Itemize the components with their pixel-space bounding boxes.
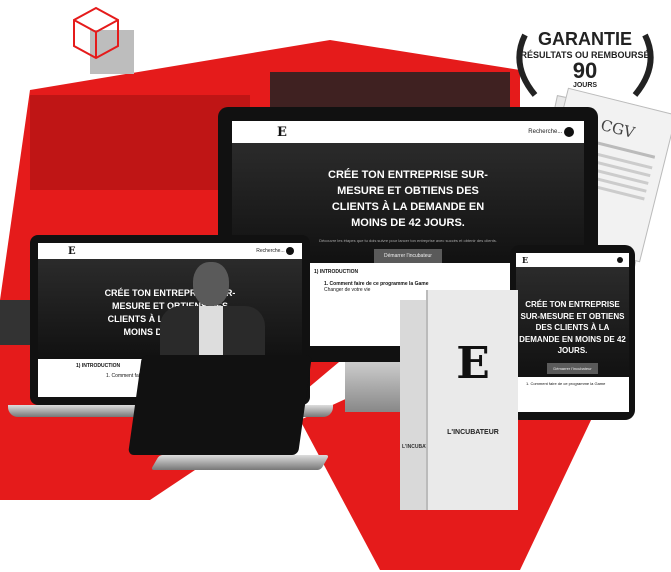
profile-icon[interactable] — [286, 247, 294, 255]
badge-days: 90 — [572, 58, 598, 83]
badge-line1: GARANTIE — [538, 29, 632, 49]
box-name: L'INCUBATEUR — [447, 429, 499, 436]
site-logo[interactable]: E — [522, 255, 528, 265]
site-logo[interactable]: E — [68, 246, 76, 257]
profile-icon[interactable] — [564, 127, 574, 137]
cube-icon — [73, 6, 134, 74]
monitor-stand — [345, 362, 405, 412]
product-box: L'INCUBATEUR E L'INCUBATEUR — [400, 290, 520, 510]
guarantee-badge: GARANTIE RÉSULTATS OU REMBOURSÉ 90 JOURS — [505, 25, 665, 105]
box-logo: E — [456, 338, 490, 389]
hero-title: CRÉE TON ENTREPRISE SUR-MESURE ET OBTIEN… — [519, 300, 626, 356]
search-input[interactable]: Recherche... — [256, 248, 284, 254]
hero-title: CRÉE TON ENTREPRISE SUR-MESURE ET OBTIEN… — [328, 169, 488, 229]
crowd-photo — [30, 95, 250, 190]
laptop-small — [127, 355, 330, 470]
lesson-item[interactable]: 1. Comment faire de ce programme la Game — [526, 381, 625, 386]
cta-button[interactable]: Démarrer l'incubateur — [547, 362, 598, 374]
badge-unit: JOURS — [572, 82, 598, 89]
search-input[interactable]: Recherche... — [528, 129, 562, 135]
menu-icon[interactable] — [617, 257, 623, 263]
cta-button[interactable]: Démarrer l'incubateur — [374, 248, 442, 263]
box-side: L'INCUBATEUR — [400, 300, 439, 510]
box-front: E L'INCUBATEUR — [428, 290, 518, 510]
tablet: E CRÉE TON ENTREPRISE SUR-MESURE ET OBTI… — [510, 245, 635, 420]
presenter-head — [193, 262, 229, 306]
site-logo[interactable]: E — [277, 125, 287, 140]
